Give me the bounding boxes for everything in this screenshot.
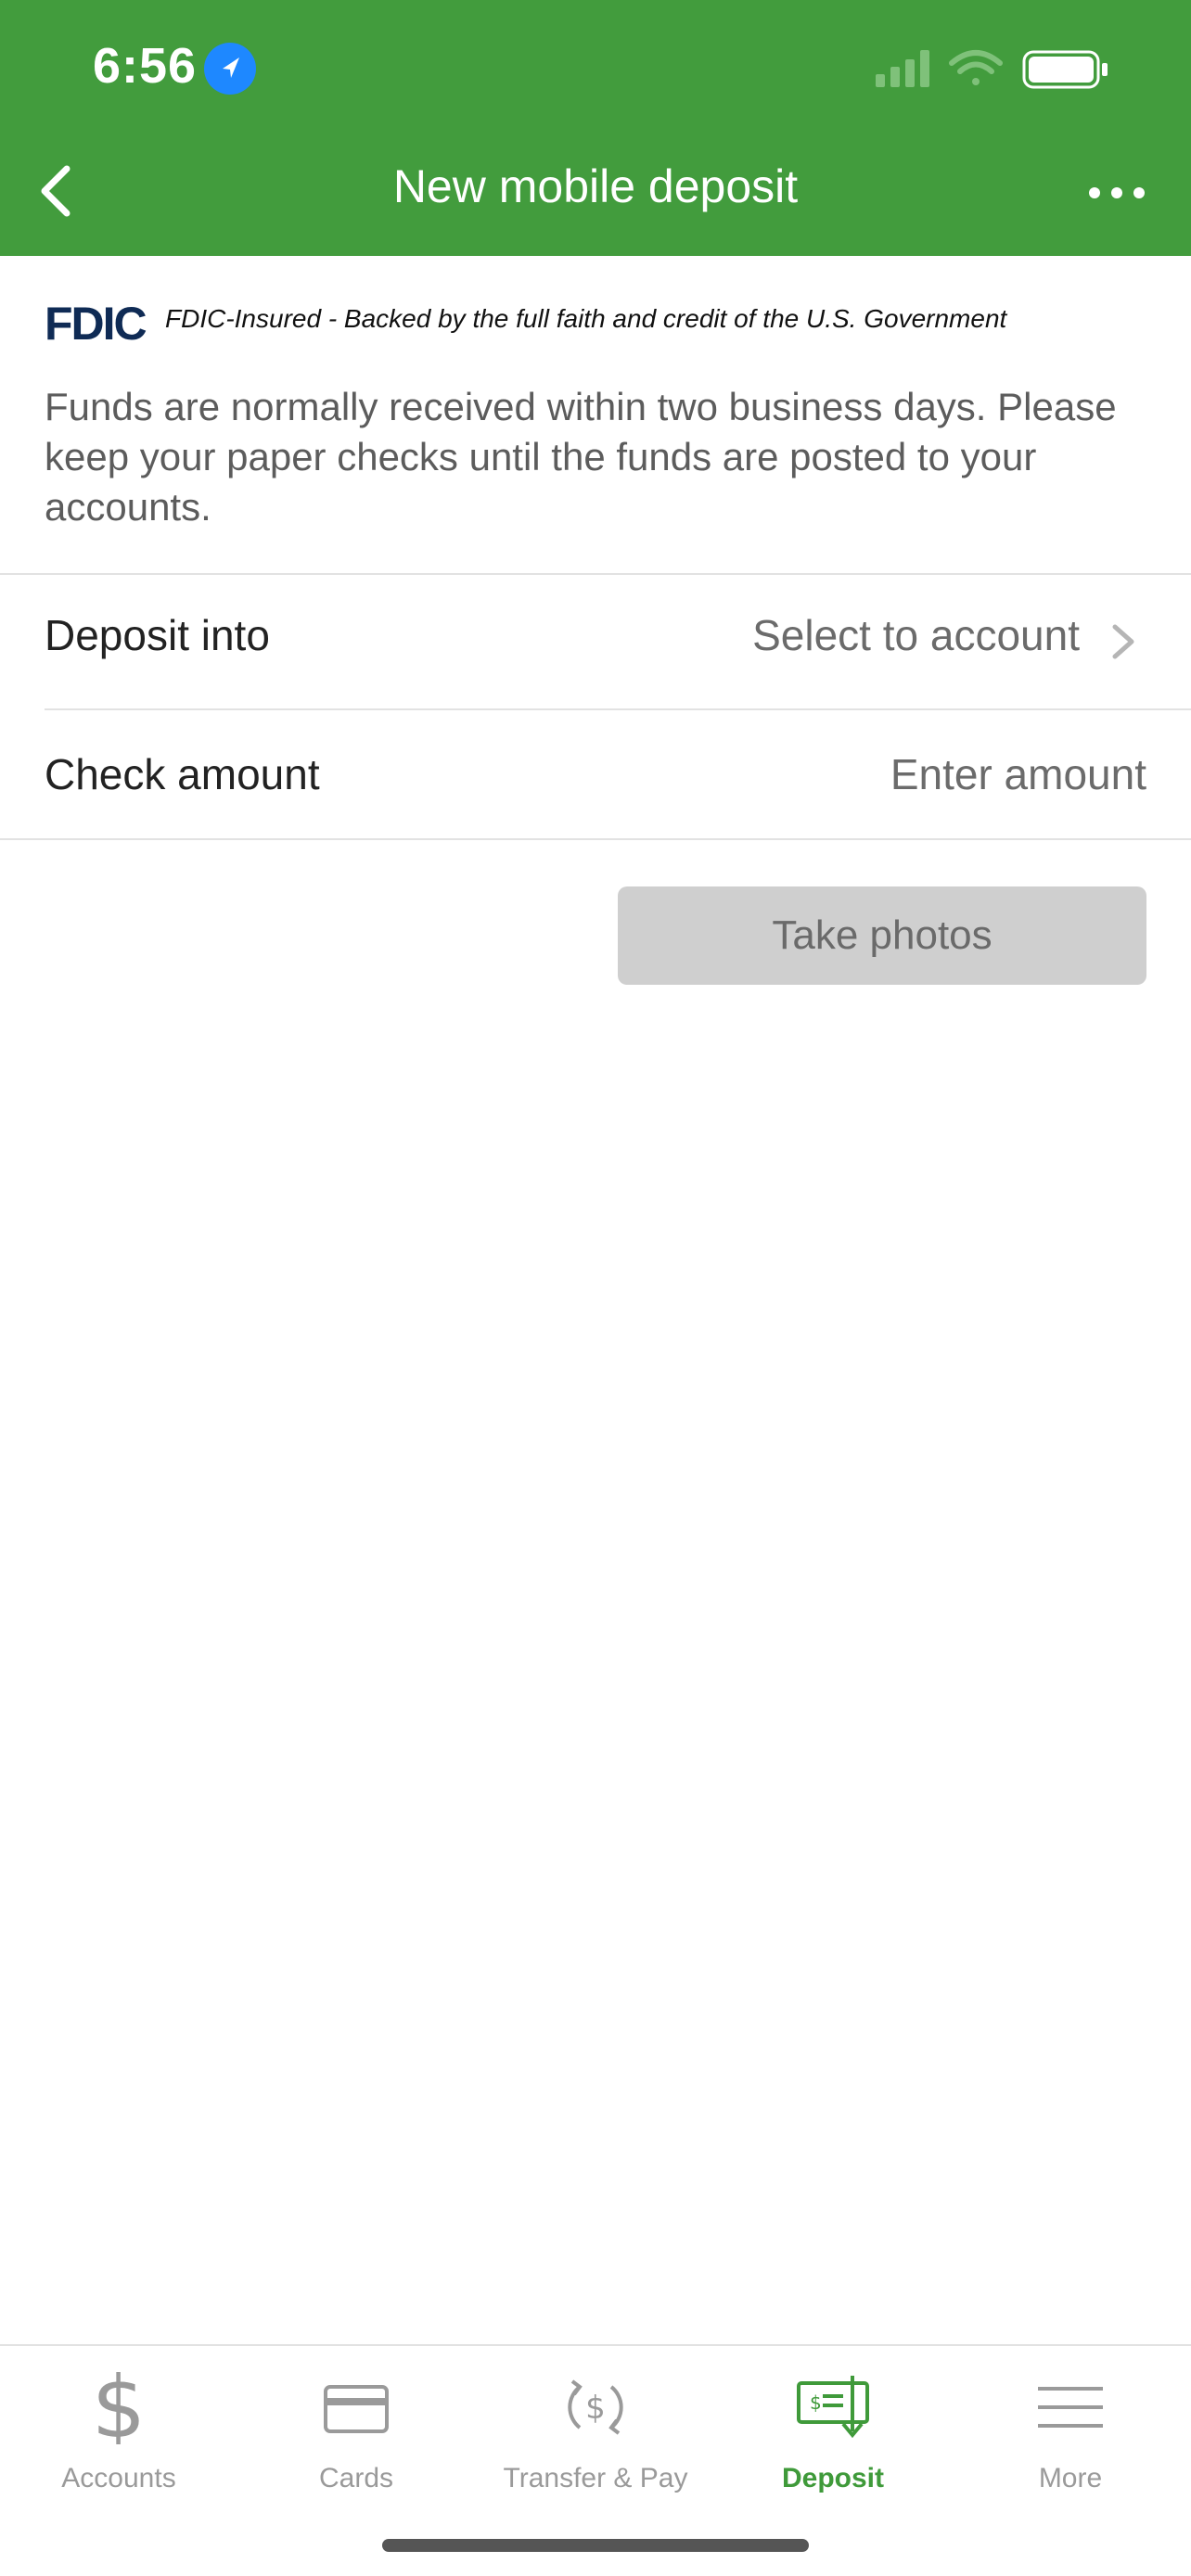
battery-icon <box>1022 50 1108 89</box>
check-amount-row: Check amount Enter amount <box>0 710 1191 840</box>
tab-cards[interactable]: Cards <box>245 2366 467 2496</box>
check-deposit-icon: $ <box>797 2376 869 2439</box>
status-time: 6:56 <box>93 38 198 94</box>
transfer-icon: $ <box>568 2379 623 2435</box>
top-header: 6:56 New mobile deposit <box>0 0 1191 256</box>
fdic-logo: FDIC <box>45 298 147 350</box>
fdic-notice: FDIC FDIC-Insured - Backed by the full f… <box>45 293 1158 350</box>
status-icons <box>876 50 1108 89</box>
tab-accounts[interactable]: $ Accounts <box>7 2366 230 2496</box>
tab-label: More <box>1038 2463 1103 2493</box>
tab-transfer-pay[interactable]: $ Transfer & Pay <box>484 2366 707 2496</box>
tab-deposit[interactable]: $ Deposit <box>722 2366 944 2496</box>
cellular-signal-icon <box>876 50 929 87</box>
fdic-text: FDIC-Insured - Backed by the full faith … <box>165 304 1007 333</box>
check-amount-label: Check amount <box>45 750 320 798</box>
chevron-right-icon <box>1112 624 1134 659</box>
svg-text:$: $ <box>92 2366 147 2444</box>
wifi-icon <box>949 50 1003 85</box>
mobile-deposit-screen: 6:56 New mobile deposit FDIC FDIC-Insure… <box>0 0 1191 2576</box>
deposit-into-row[interactable]: Deposit into Select to account <box>0 575 1191 708</box>
funds-info-text: Funds are normally received within two b… <box>45 385 1117 529</box>
more-options-button[interactable] <box>1080 167 1154 219</box>
page-title: New mobile deposit <box>392 160 799 212</box>
check-amount-input[interactable]: Enter amount <box>890 749 1146 799</box>
menu-icon <box>1038 2387 1103 2428</box>
card-icon <box>324 2385 389 2433</box>
home-indicator <box>382 2539 809 2552</box>
svg-text:$: $ <box>810 2391 822 2414</box>
take-photos-button[interactable]: Take photos <box>618 886 1146 985</box>
tab-more[interactable]: More <box>959 2366 1182 2496</box>
dollar-icon: $ <box>92 2366 147 2444</box>
location-icon <box>204 43 256 95</box>
divider <box>0 838 1191 840</box>
tab-label: Deposit <box>781 2463 884 2493</box>
tab-label: Cards <box>318 2463 394 2493</box>
svg-text:$: $ <box>585 2390 606 2427</box>
ellipsis-icon <box>1089 187 1145 198</box>
tab-label: Transfer & Pay <box>503 2463 688 2493</box>
deposit-into-label: Deposit into <box>45 611 270 659</box>
tab-label: Accounts <box>61 2463 176 2493</box>
deposit-into-value: Select to account <box>752 611 1080 659</box>
